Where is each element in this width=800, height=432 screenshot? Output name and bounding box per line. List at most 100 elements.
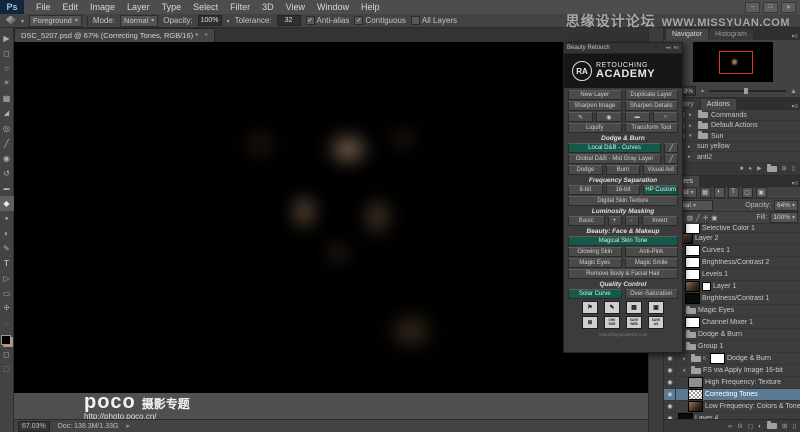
paint-bucket-tool-icon[interactable] <box>4 16 16 26</box>
glowing-skin-button[interactable]: Glowing Skin <box>568 247 622 257</box>
flatten-layers-button[interactable] <box>582 316 598 329</box>
panel-menu-icon[interactable] <box>791 33 800 40</box>
lum-basic-button[interactable]: Basic <box>568 216 605 226</box>
menu-file[interactable]: File <box>30 0 57 14</box>
layer-group-row[interactable]: Dodge & Burn <box>664 329 800 341</box>
layer-group-row[interactable]: FS via Apply Image 16-bit <box>664 365 800 377</box>
layers-opacity-field[interactable]: 64% <box>774 200 798 211</box>
lock-transparency-icon[interactable] <box>687 214 693 222</box>
dodge-tool[interactable] <box>0 226 14 241</box>
menu-view[interactable]: View <box>280 0 311 14</box>
new-layer-icon[interactable] <box>782 422 787 430</box>
flag-check-button[interactable] <box>582 301 598 314</box>
shape-tool[interactable] <box>0 286 14 301</box>
status-zoom-field[interactable]: 67.03% <box>18 421 50 432</box>
paint-bucket-tool[interactable] <box>0 196 14 211</box>
layer-group-row[interactable]: Dodge & Burn <box>664 353 800 365</box>
duplicate-layer-button[interactable]: Duplicate Layer <box>625 90 679 100</box>
visibility-eye-icon[interactable] <box>665 377 676 388</box>
anti-pink-button[interactable]: Anti-Pink <box>625 247 679 257</box>
expander-icon[interactable] <box>689 123 695 129</box>
lock-all-icon[interactable] <box>711 214 717 222</box>
anti-alias-checkbox[interactable]: Anti-alias <box>306 16 350 25</box>
visibility-eye-icon[interactable] <box>665 389 676 400</box>
menu-window[interactable]: Window <box>311 0 355 14</box>
layer-mask-thumbnail[interactable] <box>685 317 700 328</box>
stamp-tool-button[interactable] <box>596 112 621 122</box>
frame-check-button[interactable] <box>648 301 664 314</box>
expander-icon[interactable] <box>689 133 695 139</box>
global-db-brush-button[interactable] <box>664 154 678 164</box>
layer-thumbnail[interactable] <box>688 389 703 400</box>
image-check-button[interactable] <box>626 301 642 314</box>
layer-group-row[interactable]: Group 1 <box>664 341 800 353</box>
action-row[interactable]: anti2 <box>664 152 800 162</box>
zoom-tool[interactable] <box>0 316 14 331</box>
lasso-tool[interactable] <box>0 61 14 76</box>
pen-tool[interactable] <box>0 241 14 256</box>
layer-mask-thumbnail[interactable] <box>685 257 700 268</box>
navigator-view-rectangle[interactable] <box>719 51 753 74</box>
lock-paint-icon[interactable] <box>696 214 700 222</box>
local-db-brush-button[interactable] <box>664 143 678 153</box>
document-tab[interactable]: DSC_5207.psd @ 67% (Correcting Tones, RG… <box>14 28 215 42</box>
layer-row[interactable]: Brightness/Contrast 1 <box>664 293 800 305</box>
expander-icon[interactable] <box>688 144 694 150</box>
magic-eyes-button[interactable]: Magic Eyes <box>568 258 622 268</box>
quick-mask-mode-button[interactable] <box>0 347 14 362</box>
panel-menu-icon[interactable] <box>674 45 679 51</box>
menu-edit[interactable]: Edit <box>57 0 85 14</box>
menu-type[interactable]: Type <box>156 0 188 14</box>
magical-skin-tone-button[interactable]: Magical Skin Tone <box>568 236 678 246</box>
fs-hp-custom-button[interactable]: HP Custom <box>643 185 678 195</box>
eraser-tool-button[interactable] <box>625 112 650 122</box>
record-icon[interactable] <box>748 166 752 172</box>
opacity-field[interactable]: 100% <box>198 15 222 26</box>
move-tool[interactable] <box>0 31 14 46</box>
tolerance-field[interactable]: 32 <box>277 15 301 26</box>
layer-style-fx-icon[interactable] <box>738 423 743 430</box>
lum-plus-button[interactable]: + <box>608 216 622 226</box>
brush-tool-button[interactable] <box>568 112 593 122</box>
fill-source-dropdown[interactable]: Foreground <box>29 15 82 27</box>
type-tool[interactable] <box>0 256 14 271</box>
fs-16bit-button[interactable]: 16-bit <box>606 185 641 195</box>
action-set-row[interactable]: Commands <box>664 111 800 121</box>
save-web-button[interactable]: SAVE WEB <box>626 316 642 329</box>
new-group-icon[interactable] <box>767 423 777 429</box>
group-mask-thumbnail[interactable] <box>710 353 725 364</box>
dodge-button[interactable]: Dodge <box>568 165 603 175</box>
local-db-curves-button[interactable]: Local D&B - Curves <box>568 143 661 153</box>
sharpen-image-button[interactable]: Sharpen Image <box>568 101 622 111</box>
tab-close-icon[interactable]: × <box>204 32 208 39</box>
expander-icon[interactable] <box>688 154 694 160</box>
filter-adjustment-layers-icon[interactable] <box>714 187 725 198</box>
expander-icon[interactable] <box>689 112 695 118</box>
layer-row[interactable]: Channel Mixer 1 <box>664 317 800 329</box>
opacity-caret-icon[interactable] <box>227 16 230 25</box>
lasso-tool-button[interactable] <box>653 112 678 122</box>
delete-layer-icon[interactable] <box>792 422 796 430</box>
new-action-icon[interactable] <box>782 165 787 172</box>
clone-stamp-tool[interactable] <box>0 151 14 166</box>
all-layers-checkbox[interactable]: All Layers <box>411 16 457 25</box>
layer-mask-thumbnail[interactable] <box>685 293 700 304</box>
crop-tool[interactable] <box>0 91 14 106</box>
layer-row[interactable]: Low Frequency: Colors & Tones <box>664 401 800 413</box>
layer-row[interactable]: Selective Color 1 <box>664 224 800 233</box>
action-row[interactable]: sun yellow <box>664 142 800 152</box>
filter-type-layers-icon[interactable] <box>728 187 739 198</box>
status-options-arrow-icon[interactable] <box>126 422 130 430</box>
layer-row[interactable]: High Frequency: Texture <box>664 377 800 389</box>
layer-mask-thumbnail[interactable] <box>685 269 700 280</box>
check-size-button[interactable]: CHK SIZE <box>604 316 620 329</box>
screen-mode-button[interactable] <box>0 362 14 377</box>
visibility-eye-icon[interactable] <box>665 401 676 412</box>
layer-group-row[interactable]: Magic Eyes <box>664 305 800 317</box>
new-layer-button[interactable]: New Layer <box>568 90 622 100</box>
brush-tool[interactable] <box>0 136 14 151</box>
new-adjustment-layer-icon[interactable] <box>758 423 762 430</box>
blur-tool[interactable] <box>0 211 14 226</box>
global-db-button[interactable]: Global D&B - Mid Gray Layer <box>568 154 661 164</box>
mode-dropdown[interactable]: Normal <box>120 15 158 27</box>
